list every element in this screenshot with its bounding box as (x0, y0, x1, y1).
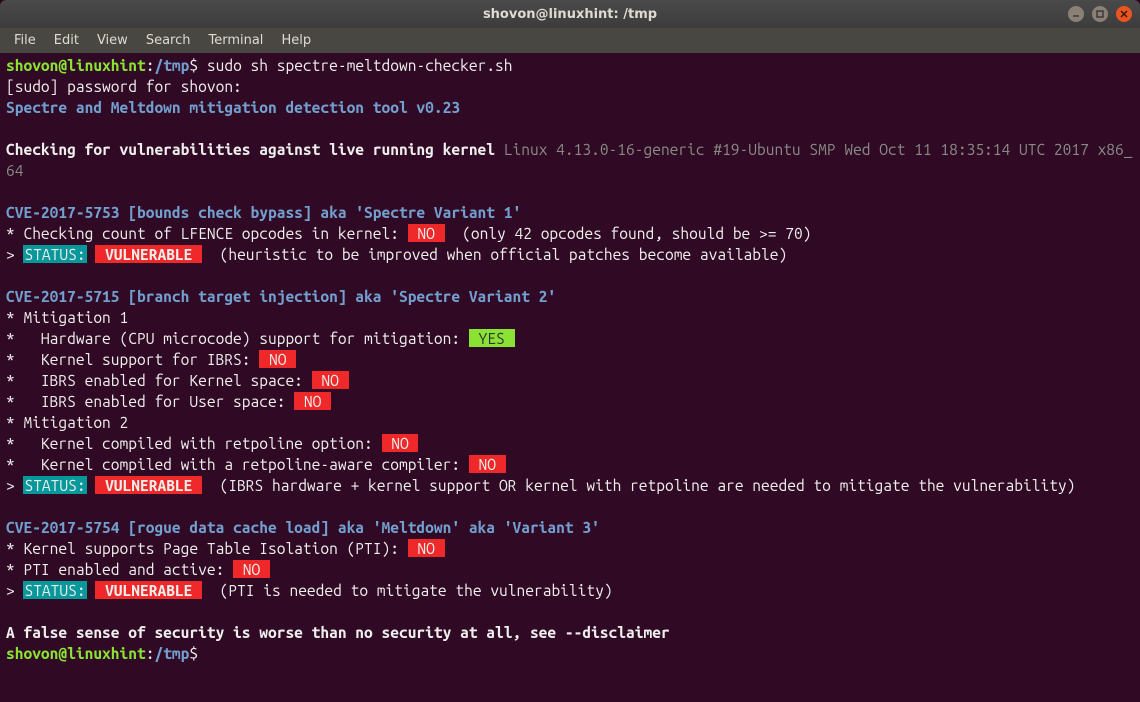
status-yes-badge: YES (469, 329, 515, 347)
cve1-line1: * Checking count of LFENCE opcodes in ke… (6, 224, 408, 242)
menu-help[interactable]: Help (273, 30, 319, 51)
close-icon[interactable] (1116, 6, 1132, 22)
menubar: File Edit View Search Terminal Help (0, 28, 1140, 53)
cve3-status-tail: (PTI is needed to mitigate the vulnerabi… (202, 581, 612, 599)
titlebar: shovon@linuxhint: /tmp (0, 0, 1140, 28)
status-no-badge: NO (408, 224, 445, 242)
menu-edit[interactable]: Edit (46, 30, 87, 51)
cve1-line1-tail: (only 42 opcodes found, should be >= 70) (445, 224, 812, 242)
cve2-line2: * Kernel support for IBRS: (6, 350, 259, 368)
status-label: STATUS: (23, 245, 86, 263)
cve2-line5: * Kernel compiled with retpoline option: (6, 434, 382, 452)
status-label: STATUS: (23, 581, 86, 599)
prompt-userhost: shovon@linuxhint (6, 644, 146, 662)
cve2-line3: * IBRS enabled for Kernel space: (6, 371, 312, 389)
status-no-badge: NO (259, 350, 296, 368)
vulnerable-badge: VULNERABLE (95, 245, 202, 263)
cve1-heading: CVE-2017-5753 [bounds check bypass] aka … (6, 203, 521, 221)
disclaimer-text: A false sense of security is worse than … (6, 623, 670, 641)
prompt-path: /tmp (154, 56, 189, 74)
menu-terminal[interactable]: Terminal (200, 30, 271, 51)
cve3-line1: * Kernel supports Page Table Isolation (… (6, 539, 408, 557)
status-no-badge: NO (312, 371, 349, 389)
checking-text: Checking for vulnerabilities against liv… (6, 140, 495, 158)
cve2-status-tail: (IBRS hardware + kernel support OR kerne… (202, 476, 1075, 494)
status-no-badge: NO (469, 455, 506, 473)
menu-file[interactable]: File (6, 30, 44, 51)
maximize-icon[interactable] (1092, 6, 1108, 22)
status-no-badge: NO (233, 560, 270, 578)
prompt-userhost: shovon@linuxhint (6, 56, 146, 74)
status-label: STATUS: (23, 476, 86, 494)
tool-title: Spectre and Meltdown mitigation detectio… (6, 98, 460, 116)
window-controls (1068, 6, 1132, 22)
menu-search[interactable]: Search (138, 30, 199, 51)
vulnerable-badge: VULNERABLE (95, 476, 202, 494)
minimize-icon[interactable] (1068, 6, 1084, 22)
mitigation2-label: * Mitigation 2 (6, 413, 128, 431)
cve1-status-tail: (heuristic to be improved when official … (202, 245, 787, 263)
menu-view[interactable]: View (89, 30, 136, 51)
status-no-badge: NO (408, 539, 445, 557)
cve3-heading: CVE-2017-5754 [rogue data cache load] ak… (6, 518, 600, 536)
cve2-line6: * Kernel compiled with a retpoline-aware… (6, 455, 469, 473)
cve2-line1: * Hardware (CPU microcode) support for m… (6, 329, 469, 347)
prompt-path: /tmp (154, 644, 189, 662)
terminal-output[interactable]: shovon@linuxhint:/tmp$ sudo sh spectre-m… (0, 53, 1140, 702)
window-title: shovon@linuxhint: /tmp (483, 7, 657, 22)
command-text: sudo sh spectre-meltdown-checker.sh (207, 56, 513, 74)
status-no-badge: NO (294, 392, 331, 410)
cve2-line4: * IBRS enabled for User space: (6, 392, 294, 410)
sudo-prompt: [sudo] password for shovon: (6, 77, 242, 95)
vulnerable-badge: VULNERABLE (95, 581, 202, 599)
mitigation1-label: * Mitigation 1 (6, 308, 128, 326)
status-no-badge: NO (382, 434, 419, 452)
cve3-line2: * PTI enabled and active: (6, 560, 233, 578)
cve2-heading: CVE-2017-5715 [branch target injection] … (6, 287, 556, 305)
